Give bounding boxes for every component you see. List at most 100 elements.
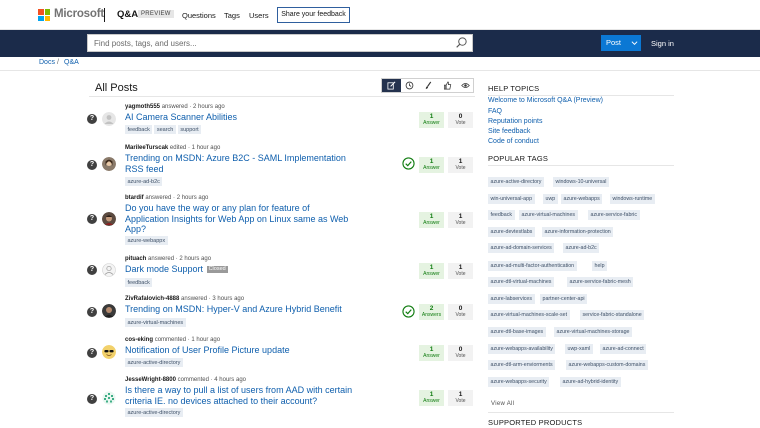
popular-tag[interactable]: azure-service-fabric <box>588 210 640 220</box>
popular-tag[interactable]: azure-active-directory <box>488 177 544 187</box>
breadcrumb-qa[interactable]: Q&A <box>64 59 79 66</box>
nav-tags[interactable]: Tags <box>224 11 240 20</box>
question-icon: ? <box>87 394 97 404</box>
popular-tag[interactable]: windows-10-universal <box>553 177 609 187</box>
popular-tag[interactable]: azure-devtestlabs <box>488 227 535 237</box>
post-title[interactable]: Is there a way to pull a list of users f… <box>125 385 355 406</box>
post-action: answered <box>145 195 172 201</box>
popular-tag[interactable]: win-universal-app <box>488 194 535 204</box>
popular-tag[interactable]: azure-ad-multi-factor-authentication <box>488 261 577 271</box>
posts-divider <box>89 96 475 97</box>
avatar[interactable] <box>102 345 116 359</box>
avatar[interactable] <box>102 304 116 318</box>
popular-tag[interactable]: azure-webapps-availability <box>488 344 556 354</box>
post-author[interactable]: JesseWright-8800 <box>125 377 176 383</box>
question-icon: ? <box>87 214 97 224</box>
thumbs-up-icon[interactable] <box>438 79 457 92</box>
search-input[interactable] <box>88 35 448 51</box>
post-tag[interactable]: support <box>177 125 202 134</box>
post-author[interactable]: cos-eking <box>125 337 153 343</box>
eye-icon[interactable] <box>456 79 475 92</box>
help-link-code-of-conduct[interactable]: Code of conduct <box>488 138 539 145</box>
answer-count: 1 Answer <box>419 345 444 361</box>
post-title-text[interactable]: Dark mode Support <box>125 264 203 274</box>
avatar[interactable] <box>102 212 116 226</box>
popular-tag[interactable]: windows-runtime <box>610 194 655 204</box>
popular-tag[interactable]: azure-dtl-arm-enviorments <box>488 360 556 370</box>
post-tag[interactable]: feedback <box>125 278 153 287</box>
post-author[interactable]: pituach <box>125 256 146 262</box>
post-title[interactable]: Dark mode Support Closed <box>125 264 355 275</box>
post-tag[interactable]: azure-ad-b2c <box>125 177 163 186</box>
post-tag[interactable]: azure-active-directory <box>125 408 183 417</box>
avatar[interactable] <box>102 157 116 171</box>
edit-icon[interactable] <box>382 79 401 92</box>
sign-in-link[interactable]: Sign in <box>651 39 674 48</box>
help-link-reputation[interactable]: Reputation points <box>488 118 542 125</box>
popular-tag[interactable]: azure-webapps-security <box>488 377 550 387</box>
popular-tag[interactable]: uwp-xaml <box>565 344 593 354</box>
breadcrumb-docs[interactable]: Docs <box>39 59 55 66</box>
popular-tag[interactable]: azure-ad-connect <box>600 344 647 354</box>
microsoft-logo-icon[interactable] <box>38 9 50 21</box>
supported-products-divider <box>488 412 674 413</box>
answer-count: 1 Answer <box>419 212 444 228</box>
popular-tag[interactable]: azure-virtual-machines-storage <box>554 327 633 337</box>
preview-badge: PREVIEW <box>138 10 174 18</box>
post-author[interactable]: ZivRafalovich-4888 <box>125 296 179 302</box>
post-action: commented <box>177 377 209 383</box>
post-title[interactable]: Trending on MSDN: Azure B2C - SAML Imple… <box>125 153 355 174</box>
avatar[interactable] <box>102 112 116 126</box>
question-icon: ? <box>87 114 97 124</box>
popular-tag[interactable]: azure-webapps-custom-domains <box>566 360 648 370</box>
post-title[interactable]: Do you have the way or any plan for feat… <box>125 203 355 235</box>
avatar[interactable] <box>102 263 116 277</box>
help-link-faq[interactable]: FAQ <box>488 108 502 115</box>
header-divider <box>104 8 105 22</box>
post-author[interactable]: btardif <box>125 195 144 201</box>
popular-tag[interactable]: azure-labservices <box>488 294 535 304</box>
product-title[interactable]: Q&A <box>117 9 138 20</box>
popular-tag[interactable]: azure-webapps <box>561 194 603 204</box>
brush-icon[interactable] <box>419 79 438 92</box>
post-title[interactable]: Trending on MSDN: Hyper-V and Azure Hybr… <box>125 304 385 315</box>
popular-tag[interactable]: feedback <box>488 210 515 220</box>
popular-tag[interactable]: azure-dtl-base-images <box>488 327 546 337</box>
post-tag[interactable]: azure-webappx <box>125 236 168 245</box>
brand-name[interactable]: Microsoft <box>54 8 104 20</box>
post-tag[interactable]: azure-active-directory <box>125 358 183 367</box>
popular-tag[interactable]: uwp <box>543 194 558 204</box>
popular-tag[interactable]: azure-virtual-machines <box>519 210 578 220</box>
popular-tag[interactable]: azure-ad-domain-services <box>488 243 555 253</box>
search-icon[interactable] <box>455 36 468 49</box>
avatar[interactable] <box>102 391 116 405</box>
popular-tag[interactable]: azure-virtual-machines-scale-set <box>488 310 570 320</box>
nav-questions[interactable]: Questions <box>182 11 216 20</box>
post-title[interactable]: Notification of User Profile Picture upd… <box>125 345 355 356</box>
post-author[interactable]: yagmoth555 <box>125 104 160 110</box>
answer-count: 1 Answer <box>419 263 444 279</box>
popular-tag[interactable]: azure-dtl-virtual-machines <box>488 277 554 287</box>
post-tags: azure-webappx <box>125 236 170 245</box>
popular-tag[interactable]: azure-service-fabric-mesh <box>567 277 634 287</box>
search-box[interactable] <box>87 34 473 52</box>
post-tag[interactable]: azure-virtual-machines <box>125 318 186 327</box>
help-link-site-feedback[interactable]: Site feedback <box>488 128 530 135</box>
post-author[interactable]: MarileeTurscak <box>125 145 168 151</box>
share-feedback-button[interactable]: Share your feedback <box>277 7 350 23</box>
popular-tag[interactable]: azure-information-protection <box>542 227 614 237</box>
popular-tag[interactable]: partner-center-api <box>540 294 588 304</box>
vote-count: 1 Vote <box>448 157 473 173</box>
popular-tag[interactable]: azure-ad-b2c <box>563 243 600 253</box>
popular-tag[interactable]: service-fabric-standalone <box>580 310 645 320</box>
clock-icon[interactable] <box>401 79 420 92</box>
post-tag[interactable]: search <box>154 125 176 134</box>
popular-tag[interactable]: help <box>592 261 608 271</box>
chevron-down-icon[interactable] <box>631 40 638 46</box>
view-all-tags-link[interactable]: View All <box>491 401 514 407</box>
help-link-welcome[interactable]: Welcome to Microsoft Q&A (Preview) <box>488 97 603 104</box>
nav-users[interactable]: Users <box>249 11 269 20</box>
popular-tag[interactable]: azure-ad-hybrid-identity <box>560 377 621 387</box>
post-tag[interactable]: feedback <box>125 125 153 134</box>
post-title[interactable]: AI Camera Scanner Abilities <box>125 112 355 123</box>
